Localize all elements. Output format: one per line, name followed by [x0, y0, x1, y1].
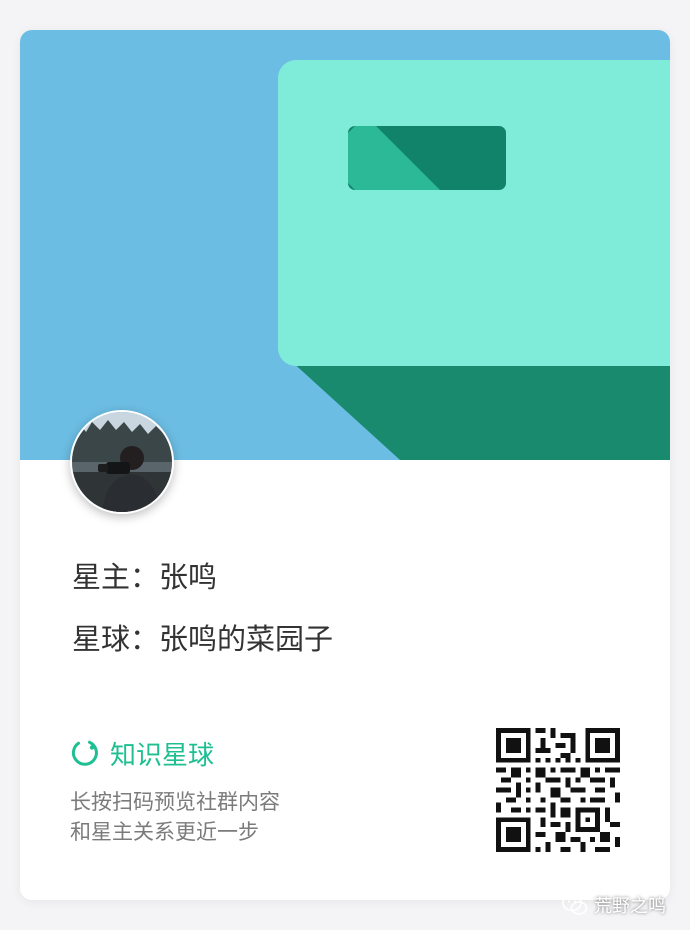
qr-code[interactable]: [496, 728, 620, 852]
wechat-icon: [562, 894, 588, 915]
planet-line: 星球：张鸣的菜园子: [72, 616, 333, 658]
brand: 知识星球: [70, 736, 215, 771]
brand-name: 知识星球: [110, 740, 215, 771]
owner-avatar: [70, 410, 174, 514]
account-watermark: 荒野之鸣: [562, 892, 666, 918]
banner-illustration: [20, 30, 670, 460]
planet-invite-card: 星主：张鸣 星球：张鸣的菜园子 知识星球 长按扫码预览社群内容 和星主关系更近一…: [20, 30, 670, 900]
account-name: 荒野之鸣: [594, 896, 666, 917]
scan-hint-line2: 和星主关系更近一步: [70, 820, 259, 844]
planet-label: 星球：: [72, 622, 160, 656]
owner-line: 星主：张鸣: [72, 554, 217, 596]
planet-name: 张鸣的菜园子: [159, 622, 334, 656]
owner-label: 星主：: [72, 560, 160, 594]
scan-hint-line1: 长按扫码预览社群内容: [70, 790, 280, 814]
planet-ring-icon: [71, 740, 98, 766]
owner-name: 张鸣: [159, 560, 218, 594]
